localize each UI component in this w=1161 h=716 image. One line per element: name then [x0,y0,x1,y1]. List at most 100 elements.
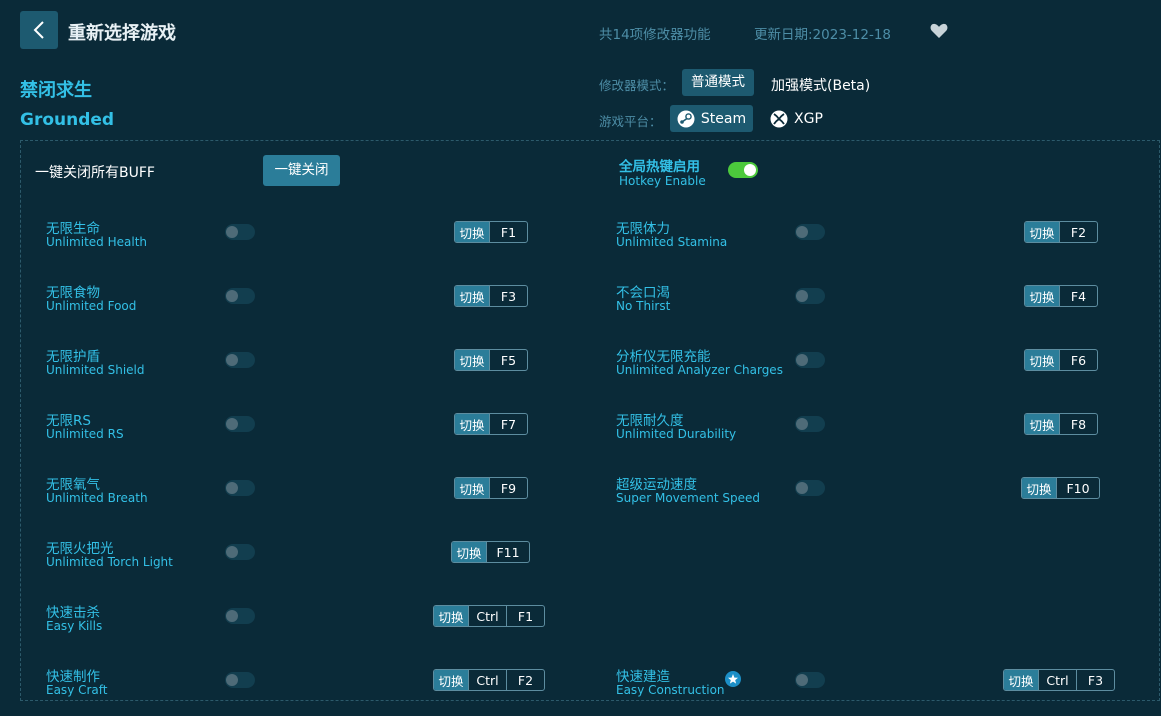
steam-icon [677,110,695,127]
feature-hotkey[interactable]: 切换 F9 [454,477,528,499]
feature-toggle[interactable] [225,416,255,432]
hotkey-switch-label[interactable]: 切换 [455,222,489,242]
star-badge-icon [725,671,741,687]
hotkey-switch-label[interactable]: 切换 [455,350,489,370]
feature-hotkey[interactable]: 切换 F3 [454,285,528,307]
hotkey-switch-label[interactable]: 切换 [434,606,468,626]
mode-normal-button[interactable]: 普通模式 [682,69,754,96]
features-panel [20,140,1160,701]
hotkey-key: F4 [1059,286,1097,306]
hotkey-enable-label-cn: 全局热键启用 [619,159,700,175]
feature-name-cn: 无限火把光 [46,541,114,557]
feature-name-en: Unlimited Breath [46,491,148,505]
feature-toggle[interactable] [795,352,825,368]
game-title-en: Grounded [20,110,115,130]
hotkey-key: F1 [489,222,527,242]
feature-name-cn: 无限耐久度 [616,413,684,429]
feature-name-en: No Thirst [616,299,671,313]
feature-toggle[interactable] [225,544,255,560]
reselect-game-link[interactable]: 重新选择游戏 [68,19,176,45]
platform-steam-label: Steam [700,110,747,127]
hotkey-key: Ctrl [468,606,506,626]
hotkey-key: F9 [489,478,527,498]
feature-count: 共14项修改器功能 [599,27,711,43]
feature-name-cn: 分析仪无限充能 [616,349,711,365]
feature-name-en: Unlimited Torch Light [46,555,173,569]
feature-hotkey[interactable]: 切换 F10 [1021,477,1100,499]
feature-toggle[interactable] [795,416,825,432]
hotkey-enable-switch[interactable] [728,162,758,178]
feature-hotkey[interactable]: 切换 F2 [1024,221,1098,243]
feature-toggle[interactable] [225,224,255,240]
feature-name-en: Super Movement Speed [616,491,760,505]
hotkey-key: F5 [489,350,527,370]
feature-hotkey[interactable]: 切换 F1 [454,221,528,243]
feature-name-en: Unlimited Stamina [616,235,728,249]
hotkey-key: F11 [486,542,529,562]
feature-name-en: Unlimited Durability [616,427,737,441]
platform-label: 游戏平台： [599,114,662,129]
feature-name-cn: 快速建造 [616,669,670,685]
hotkey-key: F8 [1059,414,1097,434]
feature-name-cn: 快速击杀 [46,605,100,621]
feature-name-cn: 无限体力 [616,221,670,237]
hotkey-switch-label[interactable]: 切换 [455,286,489,306]
feature-toggle[interactable] [795,672,825,688]
feature-toggle[interactable] [795,480,825,496]
mode-label: 修改器模式： [599,78,675,93]
feature-hotkey[interactable]: 切换 Ctrl F3 [1003,669,1115,691]
feature-name-en: Unlimited Food [46,299,137,313]
hotkey-switch-label[interactable]: 切换 [455,478,489,498]
kill-all-label: 一键关闭所有BUFF [35,165,155,181]
feature-toggle[interactable] [225,288,255,304]
hotkey-switch-label[interactable]: 切换 [455,414,489,434]
hotkey-switch-label[interactable]: 切换 [1025,222,1059,242]
hotkey-switch-label[interactable]: 切换 [1004,670,1038,690]
hotkey-key: Ctrl [1038,670,1076,690]
feature-name-cn: 无限护盾 [46,349,100,365]
feature-name-cn: 无限食物 [46,285,100,301]
hotkey-switch-label[interactable]: 切换 [434,670,468,690]
back-button[interactable] [20,11,58,49]
hotkey-switch-label[interactable]: 切换 [1025,350,1059,370]
xbox-icon [770,110,788,127]
feature-hotkey[interactable]: 切换 F5 [454,349,528,371]
feature-name-cn: 不会口渴 [616,285,670,301]
feature-hotkey[interactable]: 切换 Ctrl F2 [433,669,545,691]
feature-hotkey[interactable]: 切换 F4 [1024,285,1098,307]
feature-name-cn: 无限氧气 [46,477,100,493]
hotkey-key: F7 [489,414,527,434]
feature-hotkey[interactable]: 切换 F8 [1024,413,1098,435]
feature-toggle[interactable] [225,672,255,688]
heart-icon[interactable] [930,23,948,39]
feature-name-en: Easy Construction [616,683,725,697]
hotkey-switch-label[interactable]: 切换 [452,542,486,562]
feature-toggle[interactable] [225,480,255,496]
hotkey-switch-label[interactable]: 切换 [1022,478,1056,498]
hotkey-switch-label[interactable]: 切换 [1025,286,1059,306]
feature-hotkey[interactable]: 切换 F6 [1024,349,1098,371]
feature-name-en: Easy Craft [46,683,108,697]
feature-hotkey[interactable]: 切换 F7 [454,413,528,435]
kill-all-button[interactable]: 一键关闭 [263,155,340,186]
feature-name-en: Unlimited Analyzer Charges [616,363,783,377]
game-title-cn: 禁闭求生 [20,80,92,101]
feature-hotkey[interactable]: 切换 F11 [451,541,530,563]
feature-name-cn: 无限RS [46,413,91,429]
hotkey-key: F2 [1059,222,1097,242]
feature-name-cn: 超级运动速度 [616,477,697,493]
feature-name-en: Unlimited RS [46,427,124,441]
platform-xgp-button[interactable]: XGP [770,105,823,132]
platform-steam-button[interactable]: Steam [670,105,753,132]
feature-toggle[interactable] [225,608,255,624]
update-date: 更新日期:2023-12-18 [754,27,892,43]
feature-toggle[interactable] [795,224,825,240]
feature-toggle[interactable] [795,288,825,304]
hotkey-key: F2 [506,670,544,690]
feature-hotkey[interactable]: 切换 Ctrl F1 [433,605,545,627]
feature-toggle[interactable] [225,352,255,368]
feature-name-en: Easy Kills [46,619,103,633]
hotkey-switch-label[interactable]: 切换 [1025,414,1059,434]
mode-enhanced-button[interactable]: 加强模式(Beta) [771,75,870,95]
hotkey-enable-label-en: Hotkey Enable [619,174,706,188]
